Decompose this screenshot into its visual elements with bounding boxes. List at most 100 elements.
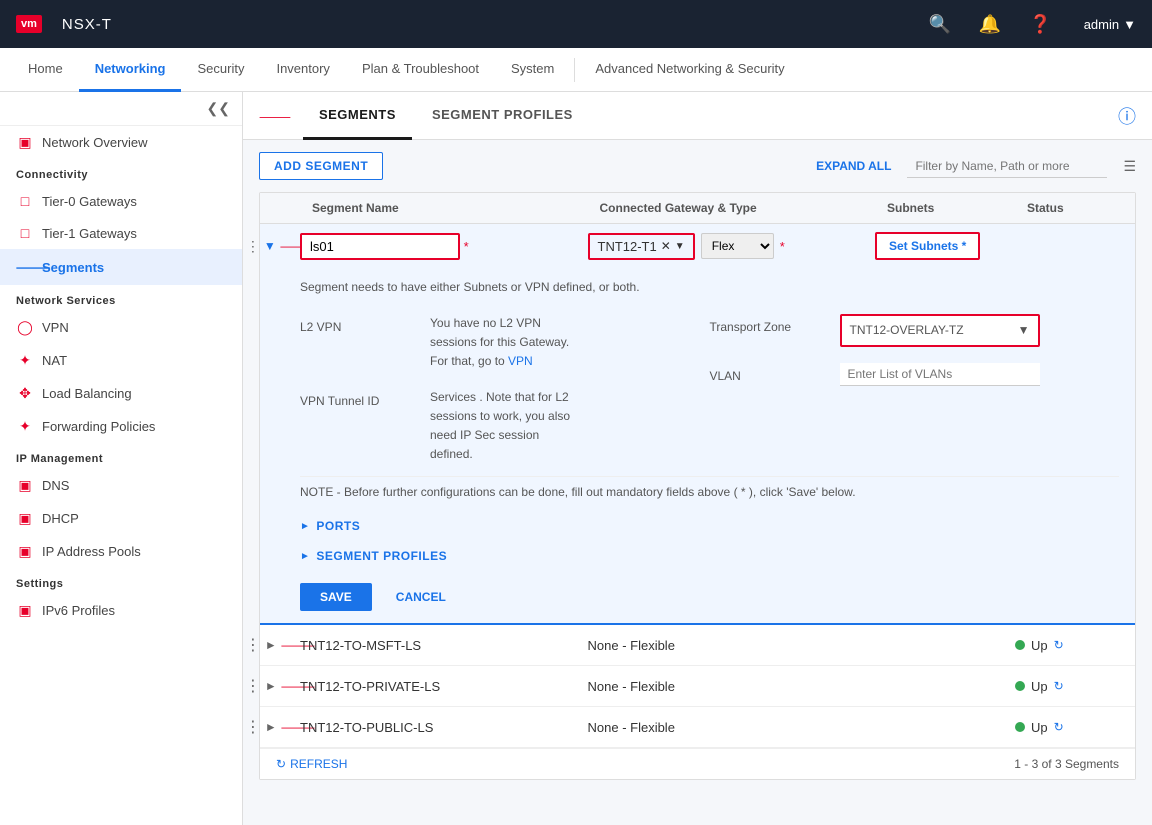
- status-label: Up: [1031, 720, 1048, 735]
- row-actions: ⋮ ▼ ⸻: [260, 236, 300, 256]
- table-row: ⋮ ► ⸻ TNT12-TO-PRIVATE-LS None - Flexibl…: [260, 666, 1135, 707]
- nav-plan[interactable]: Plan & Troubleshoot: [346, 48, 495, 92]
- sidebar-item-ippool[interactable]: ▣ IP Address Pools: [0, 535, 242, 568]
- search-icon[interactable]: 🔍: [928, 14, 950, 35]
- sidebar-network-overview-label: Network Overview: [42, 135, 147, 150]
- app-name: NSX-T: [62, 16, 112, 33]
- ippool-icon: ▣: [16, 543, 34, 560]
- nav-home[interactable]: Home: [12, 48, 79, 92]
- sidebar-item-vpn[interactable]: ◯ VPN: [0, 311, 242, 344]
- status-dot: [1015, 722, 1025, 732]
- sidebar-item-lb[interactable]: ✥ Load Balancing: [0, 377, 242, 410]
- vlan-input[interactable]: [840, 363, 1040, 386]
- table-header: Segment Name Connected Gateway & Type Su…: [260, 193, 1135, 224]
- segments-icon: ⸻: [16, 257, 34, 277]
- bell-icon[interactable]: 🔔: [979, 14, 1001, 35]
- cancel-button[interactable]: CANCEL: [384, 583, 458, 611]
- row-dots-icon[interactable]: ⋮: [245, 717, 261, 737]
- sidebar-lb-label: Load Balancing: [42, 386, 132, 401]
- sidebar-item-network-overview[interactable]: ▣ Network Overview: [0, 126, 242, 159]
- username: admin: [1084, 17, 1119, 32]
- tab-segment-profiles[interactable]: SEGMENT PROFILES: [416, 92, 589, 140]
- dots-icon[interactable]: ⋮: [246, 238, 260, 255]
- seg-profiles-section[interactable]: ► SEGMENT PROFILES: [300, 541, 1119, 571]
- vpn-icon: ◯: [16, 319, 34, 336]
- transport-zone-select[interactable]: TNT12-OVERLAY-TZ ▼: [840, 314, 1040, 347]
- sidebar-item-nat[interactable]: ✦ NAT: [0, 344, 242, 377]
- sidebar-item-segments[interactable]: ⸻ Segments: [0, 249, 242, 285]
- vlan-input-cell: [840, 363, 1120, 386]
- segment-name-cell: *: [300, 233, 588, 260]
- gateway-type-select[interactable]: Flex Routed: [701, 233, 774, 259]
- vpn-link[interactable]: VPN: [508, 354, 533, 368]
- nav-inventory[interactable]: Inventory: [260, 48, 345, 92]
- ports-section[interactable]: ► PORTS: [300, 511, 1119, 541]
- dhcp-icon: ▣: [16, 510, 34, 527]
- help-icon[interactable]: ❓: [1029, 14, 1051, 35]
- expand-all-button[interactable]: EXPAND ALL: [816, 159, 891, 173]
- l2vpn-value: You have no L2 VPN sessions for this Gat…: [430, 314, 710, 372]
- help-circle-icon[interactable]: ⓘ: [1118, 103, 1136, 129]
- sidebar-tier0-label: Tier-0 Gateways: [42, 194, 137, 209]
- sidebar-forwarding-label: Forwarding Policies: [42, 419, 155, 434]
- vpn-tunnel-label: VPN Tunnel ID: [300, 388, 430, 408]
- refresh-icon[interactable]: ↻: [1054, 679, 1064, 693]
- row-expand-icon[interactable]: ►: [265, 638, 277, 652]
- set-subnets-button[interactable]: Set Subnets *: [875, 232, 980, 260]
- row-expand-icon[interactable]: ▼: [264, 239, 276, 253]
- sidebar-dhcp-label: DHCP: [42, 511, 79, 526]
- row-dots-icon[interactable]: ⋮: [245, 635, 261, 655]
- segments-table: Segment Name Connected Gateway & Type Su…: [259, 192, 1136, 780]
- collapse-icon[interactable]: ❮❮: [207, 100, 230, 117]
- status-label: Up: [1031, 638, 1048, 653]
- user-menu[interactable]: admin ▼: [1084, 17, 1136, 32]
- row-expand-icon[interactable]: ►: [265, 679, 277, 693]
- segment-note: Segment needs to have either Subnets or …: [300, 280, 1119, 294]
- refresh-label: REFRESH: [290, 757, 347, 771]
- refresh-icon[interactable]: ↻: [1054, 638, 1064, 652]
- row-expand-icon[interactable]: ►: [265, 720, 277, 734]
- filter-input[interactable]: [907, 155, 1107, 178]
- nav-advanced[interactable]: Advanced Networking & Security: [579, 48, 800, 92]
- vm-logo: vm: [16, 15, 42, 33]
- nav-networking[interactable]: Networking: [79, 48, 182, 92]
- th-actions: [260, 201, 300, 215]
- l2vpn-section: L2 VPN You have no L2 VPN sessions for t…: [300, 306, 710, 472]
- row-dots-icon[interactable]: ⋮: [245, 676, 261, 696]
- sidebar-item-dns[interactable]: ▣ DNS: [0, 469, 242, 502]
- refresh-icon[interactable]: ↻: [1054, 720, 1064, 734]
- refresh-button[interactable]: ↻ REFRESH: [276, 757, 347, 771]
- subnets-cell: Set Subnets *: [875, 232, 1015, 260]
- sidebar-section-network-services: Network Services: [0, 285, 242, 311]
- status-dot: [1015, 681, 1025, 691]
- gateway-cell: TNT12-T1 ✕ ▼ Flex Routed *: [588, 233, 876, 260]
- sidebar-tier1-label: Tier-1 Gateways: [42, 226, 137, 241]
- sidebar-item-forwarding[interactable]: ✦ Forwarding Policies: [0, 410, 242, 443]
- sidebar-item-dhcp[interactable]: ▣ DHCP: [0, 502, 242, 535]
- nav-security[interactable]: Security: [181, 48, 260, 92]
- gateway-input[interactable]: TNT12-T1 ✕ ▼: [588, 233, 695, 260]
- save-button[interactable]: SAVE: [300, 583, 372, 611]
- sidebar-item-tier0[interactable]: □ Tier-0 Gateways: [0, 185, 242, 217]
- sidebar-section-ip-mgmt: IP Management: [0, 443, 242, 469]
- sidebar-collapse[interactable]: ❮❮: [0, 92, 242, 126]
- sidebar-section-settings: Settings: [0, 568, 242, 594]
- panel-tabs: ⸻ SEGMENTS SEGMENT PROFILES ⓘ: [243, 92, 1152, 140]
- segment-name-input[interactable]: [300, 233, 460, 260]
- sidebar-item-tier1[interactable]: □ Tier-1 Gateways: [0, 217, 242, 249]
- seg-profiles-label: SEGMENT PROFILES: [316, 549, 447, 563]
- row-status: Up ↻: [1015, 638, 1135, 653]
- row-status: Up ↻: [1015, 720, 1135, 735]
- main-panel: ⸻ SEGMENTS SEGMENT PROFILES ⓘ ADD SEGMEN…: [243, 92, 1152, 825]
- th-status: Status: [1015, 201, 1135, 215]
- clear-icon[interactable]: ✕: [661, 239, 671, 253]
- ports-arrow-icon: ►: [300, 521, 310, 532]
- add-segment-button[interactable]: ADD SEGMENT: [259, 152, 383, 180]
- sidebar-ippool-label: IP Address Pools: [42, 544, 141, 559]
- vlan-row: VLAN: [710, 355, 1120, 394]
- chevron-down-icon[interactable]: ▼: [675, 241, 685, 252]
- nav-system[interactable]: System: [495, 48, 570, 92]
- sidebar-item-ipv6[interactable]: ▣ IPv6 Profiles: [0, 594, 242, 627]
- tab-segments[interactable]: SEGMENTS: [303, 92, 412, 140]
- th-subnets: Subnets: [875, 201, 1015, 215]
